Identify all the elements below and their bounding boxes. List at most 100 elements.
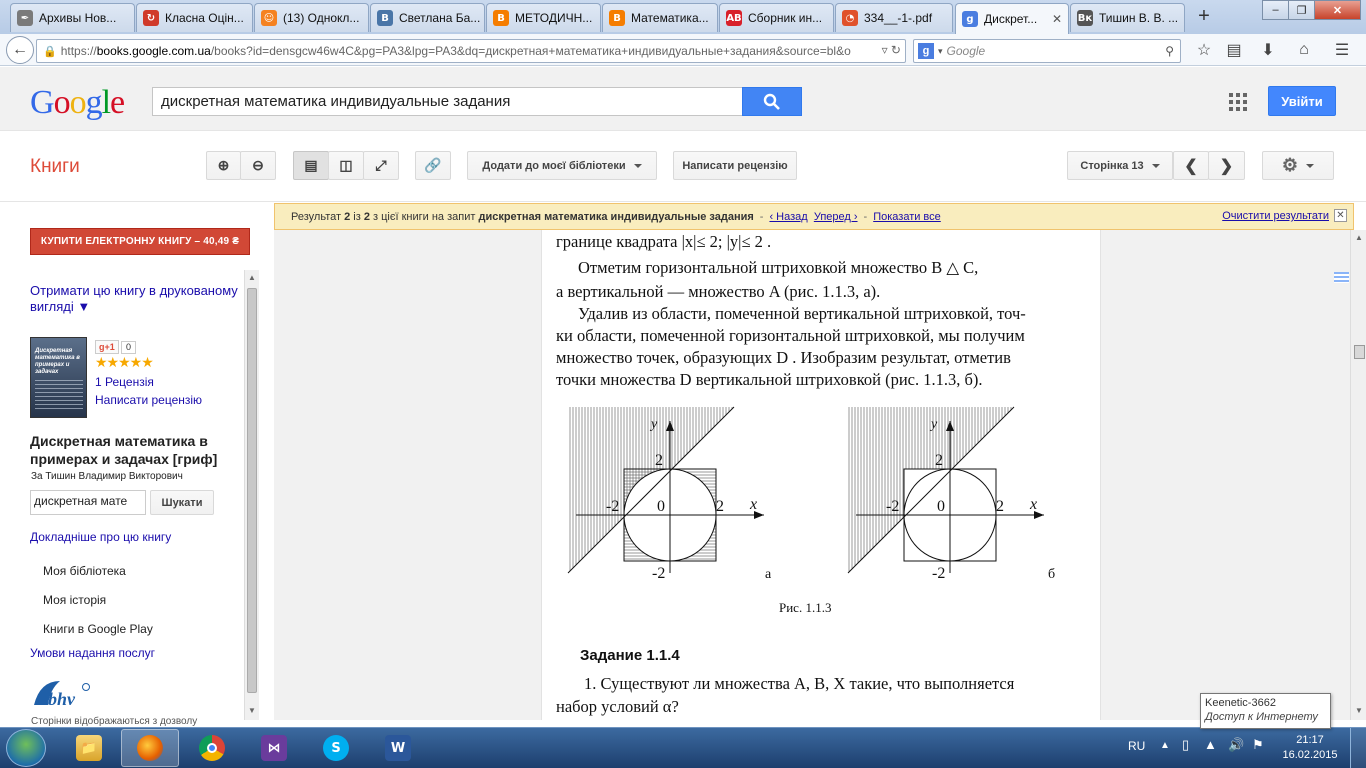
home-icon[interactable]: ⌂ <box>1290 38 1318 62</box>
minimize-button[interactable]: – <box>1262 0 1289 20</box>
taskbar-firefox[interactable] <box>121 729 179 767</box>
browser-tab[interactable]: ☺ (13) Однокл... <box>254 3 369 32</box>
network-tooltip: Keenetic-3662 Доступ к Интернету <box>1200 693 1331 729</box>
sidebar-scroll-thumb[interactable] <box>247 288 257 693</box>
google-logo[interactable]: Google <box>30 84 125 122</box>
start-button[interactable] <box>6 729 46 767</box>
reviews-count-link[interactable]: 1 Рецензія <box>95 374 154 390</box>
tick-label: 2 <box>716 498 724 515</box>
volume-icon[interactable]: 🔊 <box>1228 737 1244 753</box>
book-cover[interactable]: Дискретная математика в примерах и задач… <box>30 337 87 418</box>
plus-one-count: 0 <box>121 341 137 354</box>
language-indicator[interactable]: RU <box>1128 739 1145 753</box>
search-result-banner: Результат 2 із 2 з цієї книги на запит д… <box>274 203 1354 230</box>
books-section-title[interactable]: Книги <box>30 156 80 178</box>
reading-list-icon[interactable]: ▤ <box>1220 38 1248 62</box>
signin-button[interactable]: Увійти <box>1268 86 1336 116</box>
reader-scrollbar[interactable]: ▲ ▼ <box>1350 230 1366 720</box>
browser-search-box[interactable]: g ▾ Google ⚲ <box>913 39 1181 63</box>
zoom-out-button[interactable]: ⊖ <box>240 151 276 180</box>
tab-label: Тишин В. В. ... <box>1099 11 1179 25</box>
apps-grid-icon[interactable] <box>1229 93 1247 111</box>
reader-scroll-thumb[interactable] <box>1354 345 1365 359</box>
taskbar-explorer[interactable]: 📁 <box>60 729 118 767</box>
menu-icon[interactable]: ☰ <box>1328 38 1356 62</box>
my-library-link[interactable]: Моя бібліотека <box>43 564 126 578</box>
browser-tab[interactable]: Вк Тишин В. В. ... <box>1070 3 1185 32</box>
link-button[interactable]: 🔗 <box>415 151 451 180</box>
add-to-library-button[interactable]: Додати до моєї бібліотеки <box>467 151 657 180</box>
tab-label: Архивы Нов... <box>39 11 117 25</box>
taskbar-visual-studio[interactable]: ⋈ <box>245 729 303 767</box>
chevron-down-icon <box>1306 163 1315 168</box>
svg-text:bhv: bhv <box>48 689 76 709</box>
get-print-book-link[interactable]: Отримати цю книгу в друкованому вигляді … <box>30 283 242 315</box>
zoom-in-button[interactable]: ⊕ <box>206 151 241 180</box>
terms-of-service-link[interactable]: Умови надання послуг <box>30 645 155 661</box>
maximize-button[interactable]: ❐ <box>1288 0 1315 20</box>
browser-tab[interactable]: AB Сборник ин... <box>719 3 834 32</box>
buy-ebook-button[interactable]: КУПИТИ ЕЛЕКТРОННУ КНИГУ – 40,49 ₴ <box>30 228 250 255</box>
link-icon: 🔗 <box>424 157 442 173</box>
banner-clear-link[interactable]: Очистити результати <box>1222 210 1329 222</box>
search-icon[interactable]: ⚲ <box>1165 44 1174 58</box>
downloads-icon[interactable]: ⬇ <box>1254 38 1282 62</box>
next-page-button[interactable]: ❯ <box>1208 151 1245 180</box>
axis-y-label: y <box>931 417 938 432</box>
browser-tab[interactable]: ◔ 334__-1-.pdf <box>835 3 953 32</box>
browser-tab[interactable]: ↻ Класна Оцін... <box>136 3 253 32</box>
network-signal-icon[interactable]: ▲ <box>1204 737 1217 752</box>
browser-tab[interactable]: B Математика... <box>602 3 718 32</box>
network-name: Keenetic-3662 <box>1205 697 1276 709</box>
cover-title: Дискретная математика в примерах и задач… <box>35 348 80 375</box>
window-close-button[interactable]: ✕ <box>1314 0 1361 20</box>
search-in-book-button[interactable]: Шукати <box>150 490 214 515</box>
google-plus-one-button[interactable]: g+1 <box>95 340 119 354</box>
single-page-view-button[interactable]: ▤ <box>293 151 329 180</box>
taskbar-skype[interactable]: S <box>307 729 365 767</box>
system-clock[interactable]: 21:17 16.02.2015 <box>1280 733 1340 763</box>
url-dropdown-reload-icon[interactable]: ▿ ↻ <box>882 43 901 57</box>
chevron-down-icon <box>1151 163 1160 168</box>
publisher-logo[interactable]: bhv <box>30 675 92 711</box>
action-center-icon[interactable]: ⚑ <box>1252 737 1264 753</box>
battery-icon[interactable]: ▯ <box>1182 737 1189 753</box>
browser-tab[interactable]: g Дискрет... ✕ <box>955 3 1069 34</box>
tray-expand-icon[interactable]: ▲ <box>1160 740 1170 751</box>
banner-show-all-link[interactable]: Показати все <box>873 211 941 223</box>
search-hit-marker[interactable] <box>1334 272 1349 283</box>
plot-b <box>847 406 1044 574</box>
tick-label: -2 <box>606 498 620 515</box>
close-icon[interactable]: ✕ <box>1334 209 1347 222</box>
my-history-link[interactable]: Моя історія <box>43 593 106 607</box>
banner-prev-link[interactable]: ‹ Назад <box>769 211 807 223</box>
more-about-book-link[interactable]: Докладніше про цю книгу <box>30 529 171 545</box>
address-bar[interactable]: 🔒 https://books.google.com.ua/books?id=d… <box>36 39 906 63</box>
search-in-book-input[interactable]: дискретная мате <box>30 490 146 515</box>
google-engine-icon[interactable]: g <box>918 43 934 59</box>
tab-close-icon[interactable]: ✕ <box>1048 12 1062 26</box>
write-review-link[interactable]: Написати рецензію <box>95 392 202 408</box>
browser-tab[interactable]: ✒ Архивы Нов... <box>10 3 135 32</box>
settings-button[interactable]: ⚙ <box>1262 151 1334 180</box>
page-select[interactable]: Сторінка 13 <box>1067 151 1173 180</box>
taskbar-chrome[interactable] <box>183 729 241 767</box>
back-button[interactable]: ← <box>6 36 34 64</box>
sidebar-scrollbar[interactable]: ▲ ▼ <box>244 270 259 720</box>
banner-next-link[interactable]: Уперед › <box>814 211 858 223</box>
taskbar-word[interactable]: W <box>369 729 427 767</box>
prev-page-button[interactable]: ❮ <box>1173 151 1209 180</box>
show-desktop-button[interactable] <box>1350 728 1366 768</box>
search-engine-dropdown-icon[interactable]: ▾ <box>938 46 943 57</box>
browser-tab[interactable]: B МЕТОДИЧН... <box>486 3 601 32</box>
fullscreen-button[interactable]: ⤢ <box>363 151 399 180</box>
bookmark-star-icon[interactable]: ☆ <box>1190 38 1218 62</box>
new-tab-button[interactable]: + <box>1190 4 1218 30</box>
google-search-input[interactable]: дискретная математика индивидуальные зад… <box>152 87 744 116</box>
write-review-button[interactable]: Написати рецензію <box>673 151 797 180</box>
browser-tab[interactable]: B Светлана Ба... <box>370 3 485 32</box>
firefox-icon <box>137 735 163 761</box>
two-page-view-button[interactable]: ◫ <box>328 151 364 180</box>
google-search-button[interactable] <box>742 87 802 116</box>
google-play-books-link[interactable]: Книги в Google Play <box>43 622 153 636</box>
